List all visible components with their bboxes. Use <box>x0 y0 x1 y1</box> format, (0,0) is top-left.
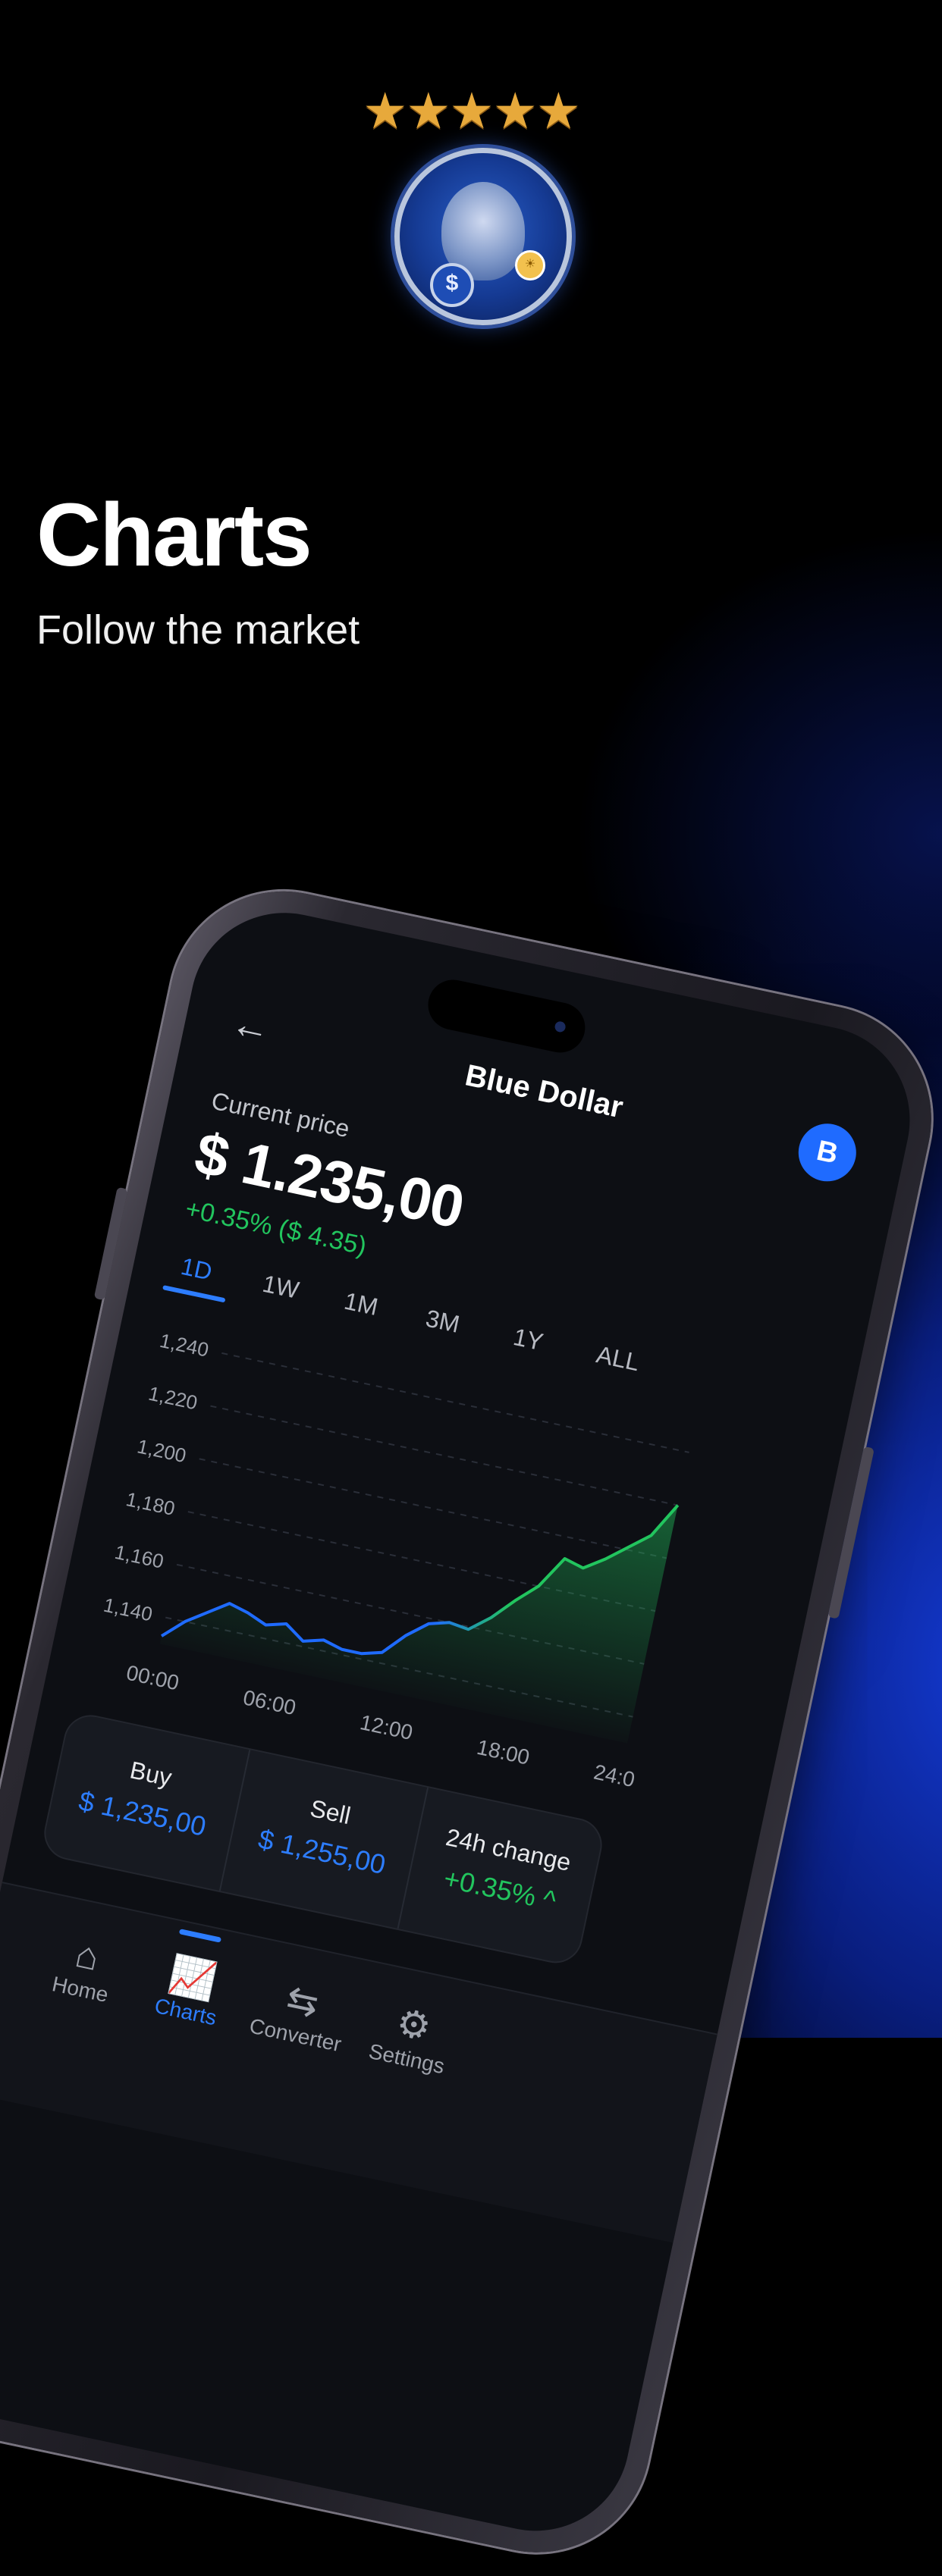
x-tick-label: 00:00 <box>124 1661 181 1695</box>
hero-subtitle: Follow the market <box>36 607 360 653</box>
nav-active-indicator <box>178 1929 222 1943</box>
tab-3m[interactable]: 3M <box>423 1304 462 1338</box>
tab-1y[interactable]: 1Y <box>510 1323 546 1356</box>
chart-area <box>159 1505 678 1744</box>
tab-all[interactable]: ALL <box>594 1340 642 1377</box>
change-stat: 24h change +0.35% ^ <box>397 1787 607 1967</box>
x-tick-label: 24:00 <box>592 1760 648 1794</box>
rating-stars: ★★★★★ <box>363 83 581 139</box>
app-logo: $ ☀ <box>394 148 572 325</box>
tab-1d[interactable]: 1D <box>178 1252 214 1286</box>
grid-line <box>210 1405 678 1506</box>
y-tick-label: 1,140 <box>102 1594 155 1626</box>
dynamic-island <box>423 975 590 1058</box>
phone-mockup: ← Blue Dollar B Current price $ 1.235,00… <box>0 870 942 2574</box>
nav-charts[interactable]: 📈 Charts <box>131 1945 250 2035</box>
nav-home[interactable]: ⌂ Home <box>26 1923 144 2013</box>
camera-icon <box>554 1020 567 1033</box>
y-tick-label: 1,160 <box>113 1540 166 1573</box>
dollar-coin-icon: $ <box>430 263 474 307</box>
y-tick-label: 1,220 <box>146 1382 199 1415</box>
avatar[interactable]: B <box>793 1118 862 1187</box>
tab-1m[interactable]: 1M <box>341 1287 381 1321</box>
y-tick-label: 1,240 <box>158 1329 211 1362</box>
buy-stat: Buy $ 1,235,00 <box>41 1712 249 1891</box>
y-tick-label: 1,200 <box>135 1434 188 1467</box>
x-tick-label: 18:00 <box>475 1735 532 1769</box>
sun-of-may-icon: ☀ <box>515 250 545 280</box>
tab-1w[interactable]: 1W <box>260 1270 301 1305</box>
sell-stat: Sell $ 1,255,00 <box>218 1749 429 1929</box>
y-tick-label: 1,180 <box>124 1487 177 1520</box>
hero-title: Charts <box>36 485 312 585</box>
x-tick-label: 12:00 <box>358 1710 415 1744</box>
active-tab-indicator <box>162 1285 226 1303</box>
grid-line <box>199 1458 667 1559</box>
nav-converter[interactable]: ⇆ Converter <box>241 1968 360 2058</box>
x-tick-label: 06:00 <box>241 1685 298 1719</box>
nav-settings[interactable]: ⚙ Settings <box>352 1992 470 2082</box>
bottom-nav: ⌂ Home 📈 Charts ⇆ Converter ⚙ Settings <box>0 1882 717 2243</box>
phone-screen: ← Blue Dollar B Current price $ 1.235,00… <box>0 895 928 2549</box>
